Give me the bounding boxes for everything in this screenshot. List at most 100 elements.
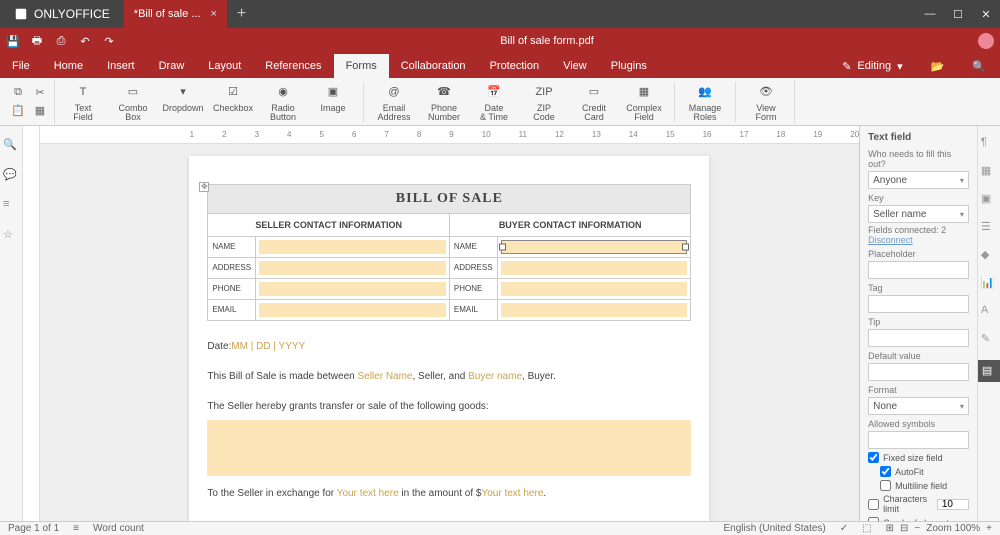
copy-icon[interactable]: ⧉ [10, 85, 26, 101]
word-count[interactable]: Word count [93, 523, 144, 534]
buyer-name-field[interactable] [501, 240, 688, 254]
ribbon-text-field-button[interactable]: TTextField [61, 82, 105, 124]
ribbon-radio-button-button[interactable]: ◉RadioButton [261, 82, 305, 124]
seller-phone-field[interactable] [259, 282, 446, 296]
date-placeholder[interactable]: MM | DD | YYYY [231, 341, 305, 352]
tab-insert[interactable]: Insert [95, 54, 147, 78]
placeholder-input[interactable] [868, 261, 969, 279]
ribbon-combo-box-button[interactable]: ▭ComboBox [111, 82, 155, 124]
key-select[interactable]: Seller name [868, 205, 969, 223]
document-canvas[interactable]: ✥ BILL OF SALE SELLER CONTACT INFORMATIO… [40, 144, 859, 521]
zoom-level[interactable]: Zoom 100% [926, 523, 980, 534]
who-select[interactable]: Anyone [868, 171, 969, 189]
maximize-button[interactable]: ☐ [944, 0, 972, 28]
tab-home[interactable]: Home [42, 54, 95, 78]
buyer-name-field[interactable]: Buyer name [468, 371, 522, 382]
zoom-in-button[interactable]: + [986, 523, 992, 534]
header-settings-icon[interactable]: ☰ [981, 220, 997, 236]
fit-page-icon[interactable]: ⊞ [886, 523, 894, 534]
ribbon-date-time-button[interactable]: 📅Date& Time [472, 82, 516, 124]
allowed-input[interactable] [868, 431, 969, 449]
save-icon[interactable]: 💾 [6, 34, 20, 48]
tag-label: Tag [868, 283, 969, 293]
quickprint-icon[interactable]: ⎙ [54, 34, 68, 48]
redo-icon[interactable]: ↷ [102, 34, 116, 48]
goods-field[interactable] [207, 420, 691, 476]
tip-input[interactable] [868, 329, 969, 347]
shape-settings-icon[interactable]: ◆ [981, 248, 997, 264]
close-tab-icon[interactable]: × [210, 8, 216, 20]
print-icon[interactable]: 🖶 [30, 34, 44, 48]
add-tab-button[interactable]: + [227, 5, 256, 23]
seller-name-field[interactable]: Seller Name [357, 371, 412, 382]
tag-input[interactable] [868, 295, 969, 313]
page-indicator[interactable]: Page 1 of 1 [8, 523, 59, 534]
seller-phone-label: PHONE [208, 279, 256, 299]
textart-settings-icon[interactable]: A [981, 304, 997, 320]
seller-name-field[interactable] [259, 240, 446, 254]
minimize-button[interactable]: — [916, 0, 944, 28]
table-anchor-icon[interactable]: ✥ [199, 182, 209, 192]
tab-file[interactable]: File [0, 54, 42, 78]
editing-mode-button[interactable]: ✎ Editing ▾ [828, 54, 916, 78]
tab-protection[interactable]: Protection [478, 54, 552, 78]
tab-references[interactable]: References [253, 54, 333, 78]
buyer-phone-field[interactable] [501, 282, 688, 296]
zoom-out-button[interactable]: − [914, 523, 920, 534]
ribbon-credit-card-button[interactable]: ▭CreditCard [572, 82, 616, 124]
spellcheck-icon[interactable]: ✓ [840, 523, 848, 534]
charlimit-checkbox[interactable] [868, 499, 879, 510]
ribbon-image-button[interactable]: ▣Image [311, 82, 355, 114]
comb-checkbox[interactable] [868, 517, 879, 521]
find-button[interactable]: 🔍 [958, 54, 1000, 78]
undo-icon[interactable]: ↶ [78, 34, 92, 48]
user-avatar[interactable] [978, 33, 994, 49]
ribbon-view-form-button[interactable]: 👁ViewForm [744, 82, 788, 124]
buyer-email-field[interactable] [501, 303, 688, 317]
tab-view[interactable]: View [551, 54, 599, 78]
signature-settings-icon[interactable]: ✎ [981, 332, 997, 348]
search-icon[interactable]: 🔍 [3, 138, 19, 154]
ribbon-dropdown-button[interactable]: ▾Dropdown [161, 82, 205, 114]
tab-plugins[interactable]: Plugins [599, 54, 659, 78]
ribbon-phone-number-button[interactable]: ☎PhoneNumber [422, 82, 466, 124]
open-location-button[interactable]: 📂 [917, 54, 959, 78]
cut-icon[interactable]: ✂ [32, 85, 48, 101]
default-input[interactable] [868, 363, 969, 381]
amount-field[interactable]: Your text here [481, 488, 543, 499]
table-settings-icon[interactable]: ▦ [981, 164, 997, 180]
ribbon-complex-field-button[interactable]: ▦ComplexField [622, 82, 666, 124]
tab-collaboration[interactable]: Collaboration [389, 54, 478, 78]
select-all-icon[interactable]: ▦ [32, 103, 48, 119]
ribbon-email-address-button[interactable]: @EmailAddress [372, 82, 416, 124]
fit-width-icon[interactable]: ⊟ [900, 523, 908, 534]
comments-icon[interactable]: 💬 [3, 168, 19, 184]
image-settings-icon[interactable]: ▣ [981, 192, 997, 208]
format-select[interactable]: None [868, 397, 969, 415]
paste-icon[interactable]: 📋 [10, 103, 26, 119]
tab-draw[interactable]: Draw [147, 54, 197, 78]
disconnect-link[interactable]: Disconnect [868, 235, 913, 245]
paragraph-settings-icon[interactable]: ¶ [981, 136, 997, 152]
charlimit-input[interactable] [937, 499, 969, 510]
autofit-checkbox[interactable] [880, 466, 891, 477]
ribbon-checkbox-button[interactable]: ☑Checkbox [211, 82, 255, 114]
tab-layout[interactable]: Layout [196, 54, 253, 78]
chart-settings-icon[interactable]: 📊 [981, 276, 997, 292]
tracking-icon[interactable]: ⬚ [862, 523, 871, 534]
seller-address-field[interactable] [259, 261, 446, 275]
document-tab[interactable]: *Bill of sale ... × [124, 0, 227, 28]
headings-icon[interactable]: ≡ [3, 198, 19, 214]
ribbon-manage-roles-button[interactable]: 👥ManageRoles [683, 82, 727, 124]
buyer-address-field[interactable] [501, 261, 688, 275]
form-settings-icon[interactable]: ▤ [978, 360, 1000, 382]
language-button[interactable]: English (United States) [723, 523, 825, 534]
seller-email-field[interactable] [259, 303, 446, 317]
ribbon-zip-code-button[interactable]: ZIPZIPCode [522, 82, 566, 124]
multiline-checkbox[interactable] [880, 480, 891, 491]
tab-forms[interactable]: Forms [334, 54, 389, 78]
feedback-icon[interactable]: ☆ [3, 228, 19, 244]
exchange-field[interactable]: Your text here [337, 488, 399, 499]
close-window-button[interactable]: ✕ [972, 0, 1000, 28]
fixed-checkbox[interactable] [868, 452, 879, 463]
